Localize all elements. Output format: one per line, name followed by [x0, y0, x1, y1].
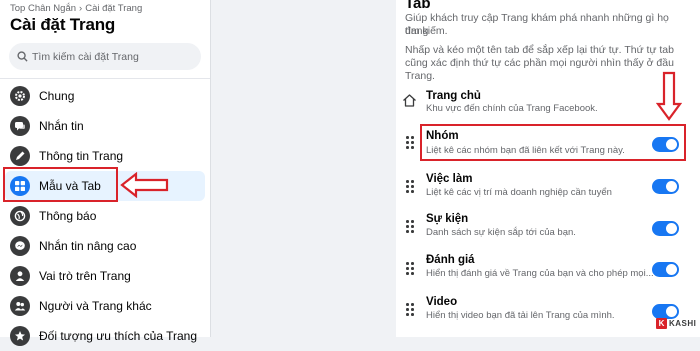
highlight-box-templates-tabs — [3, 167, 118, 202]
sidebar-item-label: Nhắn tin — [39, 119, 84, 133]
tab-row-title: Đánh giá — [426, 254, 475, 266]
tab-row-title: Việc làm — [426, 173, 473, 185]
arrow-down-icon — [656, 71, 682, 121]
messenger-icon — [10, 236, 30, 256]
watermark-badge: K — [656, 318, 667, 329]
star-icon — [10, 326, 30, 346]
toggle-video-tab[interactable] — [652, 304, 679, 319]
divider — [0, 78, 210, 79]
toggle-jobs-tab[interactable] — [652, 179, 679, 194]
globe-icon — [10, 206, 30, 226]
tabs-instructions-line: Trang. — [405, 70, 435, 82]
chat-icon — [10, 116, 30, 136]
settings-search[interactable] — [9, 43, 201, 70]
drag-handle-icon[interactable] — [406, 136, 416, 150]
sidebar-item-label: Nhắn tin nâng cao — [39, 239, 137, 253]
gear-icon — [10, 86, 30, 106]
sidebar-item-label: Đối tượng ưu thích của Trang — [39, 329, 198, 343]
people-icon — [10, 296, 30, 316]
sidebar-item-notifications[interactable]: Thông báo — [5, 201, 205, 231]
tab-row-title: Trang chủ — [426, 90, 481, 102]
drag-handle-icon[interactable] — [406, 262, 416, 276]
tab-row-subtitle: Hiển thị đánh giá về Trang của bạn và ch… — [426, 268, 654, 279]
sidebar-item-general[interactable]: Chung — [5, 81, 205, 111]
sidebar-item-preferred-audience[interactable]: Đối tượng ưu thích của Trang — [5, 321, 205, 351]
page-title: Cài đặt Trang — [10, 15, 116, 34]
sidebar-item-people-other-pages[interactable]: Người và Trang khác — [5, 291, 205, 321]
sidebar-item-label: Vai trò trên Trang — [39, 269, 131, 283]
tabs-description-line: tìm kiếm. — [405, 25, 448, 37]
sidebar-item-label: Chung — [39, 89, 75, 103]
tab-row-subtitle: Hiển thị video bạn đã tải lên Trang của … — [426, 310, 615, 321]
drag-handle-icon[interactable] — [406, 303, 416, 317]
breadcrumb-separator: › — [79, 3, 83, 14]
search-input[interactable] — [28, 49, 194, 64]
tab-row-title: Video — [426, 296, 458, 308]
tab-row-title: Sự kiện — [426, 213, 469, 225]
breadcrumb: Top Chân Ngắn › Cài đặt Trang — [10, 3, 142, 14]
watermark-text: KASHI — [669, 319, 697, 328]
sidebar-item-label: Người và Trang khác — [39, 299, 152, 313]
tabs-instructions-line: Nhấp và kéo một tên tab để sắp xếp lại t… — [405, 44, 674, 56]
drag-handle-icon[interactable] — [406, 220, 416, 234]
sidebar-item-messaging[interactable]: Nhắn tin — [5, 111, 205, 141]
sidebar-item-label: Thông tin Trang — [39, 149, 124, 163]
breadcrumb-parent[interactable]: Top Chân Ngắn — [10, 3, 76, 14]
sidebar-item-advanced-messaging[interactable]: Nhắn tin nâng cao — [5, 231, 205, 261]
tab-row-subtitle: Danh sách sự kiện sắp tới của bạn. — [426, 227, 576, 238]
sidebar-item-page-roles[interactable]: Vai trò trên Trang — [5, 261, 205, 291]
person-icon — [10, 266, 30, 286]
home-icon — [403, 94, 416, 107]
pencil-icon — [10, 146, 30, 166]
sidebar-item-label: Thông báo — [39, 209, 97, 223]
highlight-box-groups-tab — [420, 124, 686, 161]
tabs-instructions-line: cũng xác định thứ tự các phần mọi người … — [405, 57, 674, 69]
toggle-events-tab[interactable] — [652, 221, 679, 236]
breadcrumb-current: Cài đặt Trang — [85, 3, 143, 14]
search-icon — [17, 51, 28, 62]
tab-row-subtitle: Khu vực đến chính của Trang Facebook. — [426, 103, 598, 114]
section-title: Tab — [405, 0, 431, 12]
toggle-reviews-tab[interactable] — [652, 262, 679, 277]
drag-handle-icon[interactable] — [406, 180, 416, 194]
arrow-left-icon — [120, 172, 169, 198]
kashi-watermark: K KASHI — [656, 318, 696, 329]
tab-row-subtitle: Liệt kê các vị trí mà doanh nghiệp cần t… — [426, 187, 612, 198]
